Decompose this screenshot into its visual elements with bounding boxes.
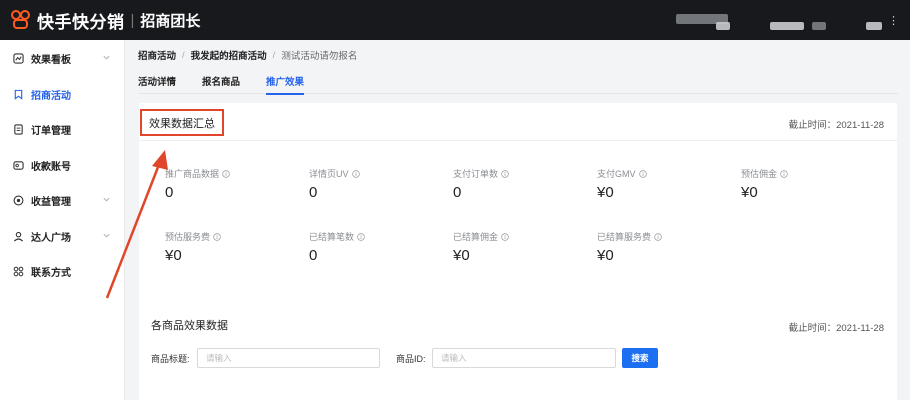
tab-promotion-effect[interactable]: 推广效果 (266, 74, 305, 95)
sidebar: 效果看板 招商活动 订单管理 收款账号 收益管理 达人广场 联系方式 (0, 40, 125, 400)
sidebar-item-creator-plaza[interactable]: 达人广场 (0, 219, 124, 255)
sidebar-item-contact[interactable]: 联系方式 (0, 254, 124, 290)
tab-details[interactable]: 活动详情 (138, 74, 176, 94)
stat-estimated-service-fee: 预估服务费 ¥0 (165, 230, 305, 264)
sidebar-item-label: 达人广场 (31, 232, 71, 244)
stat-value: ¥0 (453, 247, 470, 264)
sidebar-item-earnings[interactable]: 收益管理 (0, 183, 124, 219)
summary-card: 效果数据汇总 截止时间：2021-11-28 推广商品数据 0 详情页UV 0 … (139, 103, 897, 334)
ellipsis-icon[interactable]: ⋮ (888, 14, 899, 27)
top-bar: 快手快分销 | 招商团长 ⋮ (0, 0, 910, 40)
stat-value: 0 (309, 184, 318, 201)
sub-brand-name: 招商团长 (140, 12, 201, 30)
product-effect-card: 各商品效果数据 截止时间：2021-11-28 商品标题: 商品ID: 搜索 (139, 302, 897, 400)
chevron-down-icon (102, 195, 111, 204)
breadcrumb-separator: / (182, 49, 185, 61)
chart-icon (12, 53, 24, 65)
tab-registered-products[interactable]: 报名商品 (202, 74, 240, 94)
info-icon[interactable] (222, 169, 230, 178)
stat-settled-commission: 已结算佣金 ¥0 (453, 230, 593, 264)
tab-bar: 活动详情 报名商品 推广效果 (138, 74, 898, 95)
info-icon[interactable] (501, 232, 509, 241)
stat-value: ¥0 (165, 247, 182, 264)
product-effect-title: 各商品效果数据 (151, 320, 228, 332)
stat-label: 预估佣金 (741, 169, 778, 179)
brand-name: 快手快分销 (37, 12, 125, 32)
stat-label: 预估服务费 (165, 232, 211, 242)
logo-icon (11, 10, 31, 30)
product-id-input[interactable] (432, 348, 616, 368)
chevron-down-icon (102, 231, 111, 240)
bookmark-icon (12, 88, 24, 100)
main-content: 招商活动 / 我发起的招商活动 / 测试活动请勿报名 活动详情 报名商品 推广效… (126, 40, 910, 400)
sidebar-item-label: 收益管理 (31, 197, 71, 209)
stat-label: 已结算服务费 (597, 232, 652, 242)
stat-paid-gmv: 支付GMV ¥0 (597, 167, 737, 201)
stat-label: 详情页UV (309, 169, 349, 179)
stat-value: 0 (309, 247, 318, 264)
stat-value: ¥0 (741, 184, 758, 201)
info-icon[interactable] (638, 169, 647, 178)
blurred-user-id (812, 22, 826, 30)
breadcrumb-campaigns[interactable]: 招商活动 (138, 48, 176, 62)
stat-label: 支付订单数 (453, 169, 499, 179)
stat-detail-uv: 详情页UV 0 (309, 167, 449, 201)
info-icon[interactable] (501, 169, 509, 178)
stat-label: 已结算佣金 (453, 232, 499, 242)
blurred-user-name (770, 22, 804, 30)
coin-icon (12, 195, 24, 207)
info-icon[interactable] (213, 232, 221, 241)
person-icon (12, 230, 24, 242)
stat-promoted-products: 推广商品数据 0 (165, 167, 305, 201)
info-icon[interactable] (357, 232, 365, 241)
sidebar-item-label: 收款账号 (31, 161, 71, 173)
product-title-label: 商品标题: (151, 354, 190, 364)
stat-label: 已结算笔数 (309, 232, 355, 242)
stat-value: ¥0 (597, 247, 614, 264)
stat-value: 0 (453, 184, 462, 201)
product-id-label: 商品ID: (396, 354, 426, 364)
document-icon (12, 124, 24, 136)
brand-separator: | (130, 11, 135, 29)
search-button[interactable]: 搜索 (622, 348, 658, 368)
breadcrumb: 招商活动 / 我发起的招商活动 / 测试活动请勿报名 (138, 48, 358, 63)
breadcrumb-separator: / (272, 49, 276, 61)
stat-value: ¥0 (597, 184, 614, 201)
product-title-input[interactable] (197, 348, 380, 368)
sidebar-item-label: 招商活动 (31, 90, 71, 102)
stat-settled-count: 已结算笔数 0 (309, 230, 449, 264)
sidebar-item-orders[interactable]: 订单管理 (0, 112, 124, 148)
summary-deadline: 截止时间：2021-11-28 (788, 120, 884, 131)
breadcrumb-current: 测试活动请勿报名 (281, 51, 358, 62)
stat-paid-orders: 支付订单数 0 (453, 167, 593, 201)
summary-title: 效果数据汇总 (140, 109, 224, 136)
info-icon[interactable] (351, 169, 360, 178)
info-icon[interactable] (654, 232, 662, 241)
sidebar-item-campaigns[interactable]: 招商活动 (0, 77, 124, 113)
stat-settled-service-fee: 已结算服务费 ¥0 (597, 230, 737, 264)
sidebar-item-dashboard[interactable]: 效果看板 (0, 41, 124, 77)
stat-estimated-commission: 预估佣金 ¥0 (741, 167, 881, 201)
info-icon[interactable] (780, 169, 788, 178)
stat-label: 支付GMV (597, 169, 636, 179)
product-effect-deadline: 截止时间：2021-11-28 (788, 323, 884, 334)
chevron-down-icon (102, 53, 111, 62)
blurred-account-detail (716, 22, 730, 30)
blurred-user-extra (866, 22, 882, 30)
sidebar-item-payment-account[interactable]: 收款账号 (0, 148, 124, 184)
stat-value: 0 (165, 184, 174, 201)
grid-icon (12, 266, 24, 278)
breadcrumb-my-campaigns[interactable]: 我发起的招商活动 (191, 48, 267, 62)
summary-card-header: 效果数据汇总 截止时间：2021-11-28 (139, 103, 897, 141)
sidebar-item-label: 效果看板 (31, 55, 71, 67)
stat-label: 推广商品数据 (165, 169, 220, 179)
sidebar-item-label: 订单管理 (31, 126, 71, 138)
sidebar-item-label: 联系方式 (31, 268, 71, 280)
wallet-icon (12, 159, 24, 171)
